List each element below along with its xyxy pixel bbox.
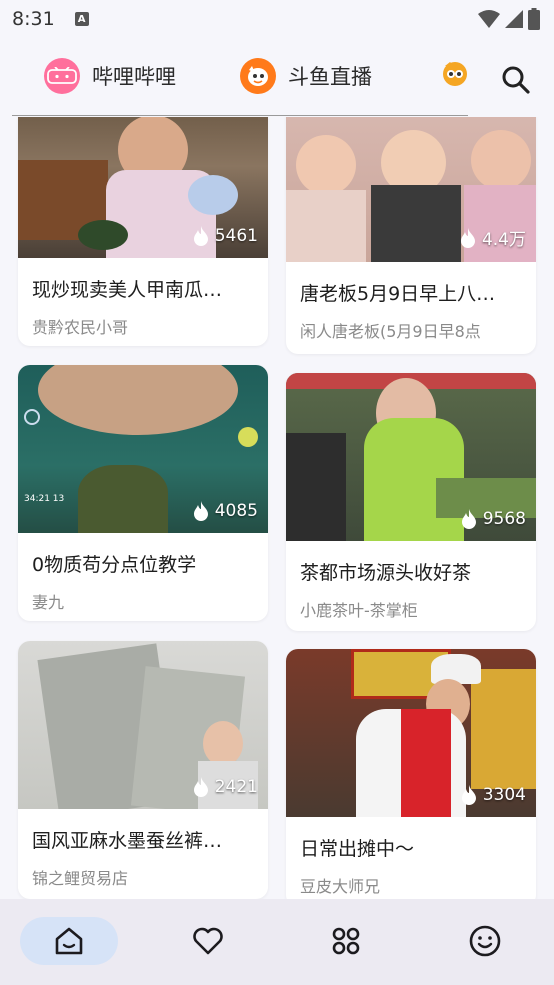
video-card[interactable]: 5461 现炒现卖美人甲南瓜… 贵黔农民小哥 (18, 117, 268, 346)
video-author: 贵黔农民小哥 (32, 318, 129, 337)
heat-value: 2421 (214, 777, 258, 797)
heat-value: 4085 (214, 501, 258, 521)
heart-icon (193, 927, 223, 955)
signal-icon (505, 10, 523, 28)
bilibili-icon (44, 58, 80, 94)
nav-profile[interactable] (465, 917, 505, 965)
fire-icon (460, 227, 475, 248)
heat-count: 9568 (461, 509, 526, 529)
video-thumbnail: 9568 (286, 373, 536, 541)
fire-icon (461, 785, 476, 805)
video-thumbnail: 3304 (286, 649, 536, 817)
home-icon (55, 927, 83, 955)
heat-value: 9568 (482, 509, 526, 529)
wifi-icon (478, 10, 500, 28)
video-title: 唐老板5月9日早上八… (300, 283, 496, 305)
heat-value: 4.4万 (481, 230, 526, 250)
video-title: 茶都市场源头收好茶 (300, 562, 472, 584)
search-icon (502, 66, 530, 94)
video-author: 锦之鲤贸易店 (32, 869, 129, 888)
douyu-icon (240, 58, 276, 94)
tab-divider (12, 115, 468, 116)
heat-count: 5461 (193, 226, 258, 246)
tab-bilibili[interactable]: 哔哩哔哩 (44, 58, 176, 94)
heat-count: 3304 (461, 785, 526, 805)
video-thumbnail: 34:21 13 4085 (18, 365, 268, 533)
video-author: 小鹿茶叶-茶掌柜 (300, 601, 418, 620)
heat-count: 4085 (193, 501, 258, 521)
notification-icon: A (74, 12, 89, 26)
nav-home[interactable] (20, 917, 118, 965)
video-card[interactable]: 4.4万 唐老板5月9日早上八… 闲人唐老板(5月9日早8点 (286, 117, 536, 354)
tab-huya[interactable] (440, 58, 470, 88)
heat-value: 3304 (482, 785, 526, 805)
platform-tabs: 哔哩哔哩 斗鱼直播 (0, 50, 554, 110)
video-thumbnail: 5461 (18, 117, 268, 258)
video-title: 0物质苟分点位教学 (32, 554, 197, 576)
status-indicators (478, 8, 540, 30)
smile-icon (469, 925, 501, 957)
nav-favorites[interactable] (188, 917, 228, 965)
nav-apps[interactable] (326, 917, 366, 965)
video-feed[interactable]: 5461 现炒现卖美人甲南瓜… 贵黔农民小哥 4.4万 唐老板5月9日早上八… … (0, 117, 554, 899)
fire-icon (193, 226, 208, 246)
video-author: 闲人唐老板(5月9日早8点 (300, 322, 481, 341)
video-author: 豆皮大师兄 (300, 877, 381, 896)
video-title: 现炒现卖美人甲南瓜… (32, 279, 223, 301)
tab-label: 斗鱼直播 (288, 65, 372, 89)
video-author: 妻九 (32, 593, 65, 612)
status-bar: 8:31 A (0, 0, 554, 38)
video-thumbnail: 2421 (18, 641, 268, 809)
video-card[interactable]: 9568 茶都市场源头收好茶 小鹿茶叶-茶掌柜 (286, 373, 536, 631)
fire-icon (193, 777, 208, 797)
search-button[interactable] (500, 64, 532, 96)
fire-icon (193, 501, 208, 521)
heat-count: 4.4万 (460, 225, 526, 250)
video-card[interactable]: 2421 国风亚麻水墨蚕丝裤… 锦之鲤贸易店 (18, 641, 268, 899)
heat-value: 5461 (214, 226, 258, 246)
bottom-navigation (0, 899, 554, 985)
battery-icon (528, 8, 540, 30)
heat-count: 2421 (193, 777, 258, 797)
fire-icon (461, 509, 476, 529)
apps-icon (332, 927, 360, 955)
tab-label: 哔哩哔哩 (92, 65, 176, 89)
huya-icon (440, 58, 470, 88)
tab-douyu[interactable]: 斗鱼直播 (240, 58, 372, 94)
video-title: 日常出摊中～ (300, 838, 415, 860)
video-thumbnail: 4.4万 (286, 117, 536, 262)
video-card[interactable]: 34:21 13 4085 0物质苟分点位教学 妻九 (18, 365, 268, 621)
video-card[interactable]: 3304 日常出摊中～ 豆皮大师兄 (286, 649, 536, 899)
status-time: 8:31 (12, 8, 55, 30)
video-title: 国风亚麻水墨蚕丝裤… (32, 830, 223, 852)
